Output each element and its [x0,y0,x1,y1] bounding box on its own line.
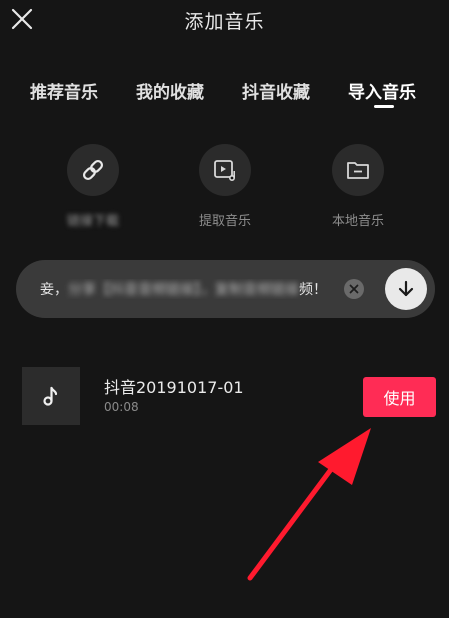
tab-import-music[interactable]: 导入音乐 [348,78,416,103]
active-tab-indicator [374,105,394,108]
download-button[interactable] [385,268,427,310]
local-music-button[interactable]: 本地音乐 [313,144,403,229]
clear-text-button[interactable] [344,279,364,299]
paste-link-bar[interactable]: 妾，分享【抖音音频链接】，复制音频链接频！ [16,260,435,318]
action-label-extract-music: 提取音乐 [198,214,251,229]
video-music-icon-circle [199,144,251,196]
action-label-local-music: 本地音乐 [331,214,384,229]
page-title: 添加音乐 [184,11,265,33]
tab-my-favorites[interactable]: 我的收藏 [136,78,204,103]
video-music-icon [214,160,236,181]
pasted-text-blurred: 分享【抖音音频链接】，复制音频链接 [68,282,299,298]
music-note-icon [43,386,58,406]
list-item[interactable]: 抖音20191017-01 00:08 使用 [0,360,449,440]
pasted-text-suffix: 频！ [299,282,327,298]
close-small-icon [349,284,359,294]
folder-icon-circle [332,144,384,196]
header: 添加音乐 [0,0,449,40]
music-cover [22,367,80,425]
use-button[interactable]: 使用 [363,377,436,417]
pasted-text-prefix: 妾， [40,282,68,298]
track-duration: 00:08 [104,400,139,414]
link-icon-circle [67,144,119,196]
music-tabs: 推荐音乐 我的收藏 抖音收藏 导入音乐 [0,78,449,108]
folder-icon [347,162,369,179]
action-label-link-download: 链接下载 [66,214,119,229]
pasted-link-text[interactable]: 妾，分享【抖音音频链接】，复制音频链接频！ [40,279,340,299]
link-download-button[interactable]: 链接下载 [48,144,138,229]
track-name: 抖音20191017-01 [104,378,244,397]
extract-music-button[interactable]: 提取音乐 [180,144,270,229]
tab-recommended-music[interactable]: 推荐音乐 [30,78,98,103]
link-icon [82,159,104,181]
arrow-down-icon [398,280,414,297]
tab-douyin-favorites[interactable]: 抖音收藏 [242,78,310,103]
